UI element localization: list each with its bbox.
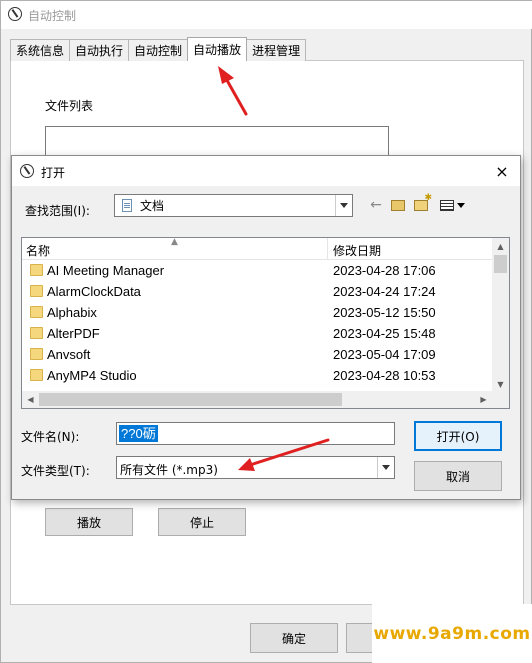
close-icon[interactable]: × (490, 160, 514, 182)
file-type-label: 文件类型(T): (21, 464, 90, 478)
file-name: AlarmClockData (47, 284, 141, 299)
file-type-select[interactable]: 所有文件 (*.mp3) (116, 456, 395, 479)
up-folder-icon[interactable] (389, 196, 407, 214)
column-header-date[interactable]: 修改日期 (333, 242, 381, 259)
file-name: AnyMP4 Studio (47, 368, 137, 383)
column-header-name[interactable]: 名称 (26, 242, 50, 259)
open-dialog: 打开 × 查找范围(I): 文档 ← ▲ 名称 修改日期 AI Meeting … (11, 155, 521, 500)
stop-button[interactable]: 停止 (158, 508, 246, 536)
tab-strip: 系统信息 自动执行 自动控制 自动播放 进程管理 (10, 37, 307, 61)
documents-icon (122, 199, 132, 212)
play-button[interactable]: 播放 (45, 508, 133, 536)
scroll-left-icon[interactable]: ◀ (22, 391, 39, 408)
scrollbar-corner (492, 391, 509, 408)
folder-icon (30, 369, 43, 381)
window-title: 自动控制 (28, 9, 77, 23)
folder-icon (30, 348, 43, 360)
file-date: 2023-04-25 15:48 (333, 326, 436, 341)
file-list-view[interactable]: ▲ 名称 修改日期 AI Meeting Manager 2023-04-28 … (21, 237, 510, 409)
new-folder-icon[interactable] (412, 193, 432, 214)
watermark: www.9a9m.com (372, 604, 532, 663)
ok-button[interactable]: 确定 (250, 623, 338, 653)
chevron-down-icon[interactable] (377, 457, 394, 478)
folder-icon (30, 306, 43, 318)
file-date: 2023-05-12 15:50 (333, 305, 436, 320)
app-compass-icon (8, 7, 22, 21)
file-name: Alphabix (47, 305, 97, 320)
file-type-value: 所有文件 (*.mp3) (120, 463, 218, 477)
scroll-up-icon[interactable]: ▲ (492, 238, 509, 255)
look-in-value: 文档 (140, 199, 165, 213)
list-item[interactable]: Anvsoft 2023-05-04 17:09 (22, 344, 492, 365)
dialog-title: 打开 (41, 166, 66, 180)
list-item[interactable]: AnyMP4 Studio 2023-04-28 10:53 (22, 365, 492, 386)
file-name: AI Meeting Manager (47, 263, 165, 278)
horizontal-scrollbar[interactable]: ◀ ▶ (22, 391, 509, 408)
look-in-label: 查找范围(I): (25, 204, 90, 218)
chevron-down-icon[interactable] (335, 195, 352, 216)
tab-auto-control[interactable]: 自动控制 (128, 39, 189, 61)
list-item[interactable]: AlarmClockData 2023-04-24 17:24 (22, 281, 492, 302)
file-date: 2023-04-28 10:53 (333, 368, 436, 383)
list-item[interactable]: Alphabix 2023-05-12 15:50 (22, 302, 492, 323)
tab-auto-play[interactable]: 自动播放 (187, 37, 248, 61)
list-item[interactable]: AI Meeting Manager 2023-04-28 17:06 (22, 260, 492, 281)
back-arrow-icon[interactable]: ← (368, 196, 384, 214)
main-titlebar: 自动控制 (1, 1, 532, 29)
scroll-right-icon[interactable]: ▶ (475, 391, 492, 408)
folder-icon (30, 285, 43, 297)
tab-process-management[interactable]: 进程管理 (246, 39, 307, 61)
cancel-button[interactable]: 取消 (414, 461, 502, 491)
tab-system-info[interactable]: 系统信息 (10, 39, 71, 61)
open-button[interactable]: 打开(O) (414, 421, 502, 451)
file-name: Anvsoft (47, 347, 91, 362)
file-name: AlterPDF (47, 326, 100, 341)
dialog-compass-icon (20, 164, 34, 178)
list-header: ▲ 名称 修改日期 (22, 238, 492, 260)
look-in-combo[interactable]: 文档 (114, 194, 353, 217)
list-item[interactable]: AlterPDF 2023-04-25 15:48 (22, 323, 492, 344)
folder-icon (30, 264, 43, 276)
file-date: 2023-04-28 17:06 (333, 263, 436, 278)
file-name-value: ??0砺 (119, 425, 158, 442)
view-menu-icon[interactable] (437, 196, 467, 214)
file-date: 2023-05-04 17:09 (333, 347, 436, 362)
file-list-label: 文件列表 (45, 99, 94, 113)
vertical-scrollbar[interactable]: ▲ ▼ (492, 238, 509, 393)
file-date: 2023-04-24 17:24 (333, 284, 436, 299)
file-name-input[interactable]: ??0砺 (116, 422, 395, 445)
file-name-label: 文件名(N): (21, 430, 80, 444)
dialog-titlebar: 打开 × (12, 156, 520, 186)
watermark-text: www.9a9m.com (373, 623, 531, 644)
column-divider[interactable] (327, 238, 328, 260)
tab-auto-execute[interactable]: 自动执行 (69, 39, 130, 61)
scroll-thumb[interactable] (494, 255, 507, 273)
scroll-thumb[interactable] (39, 393, 342, 406)
sort-ascending-icon: ▲ (171, 237, 178, 247)
folder-icon (30, 327, 43, 339)
